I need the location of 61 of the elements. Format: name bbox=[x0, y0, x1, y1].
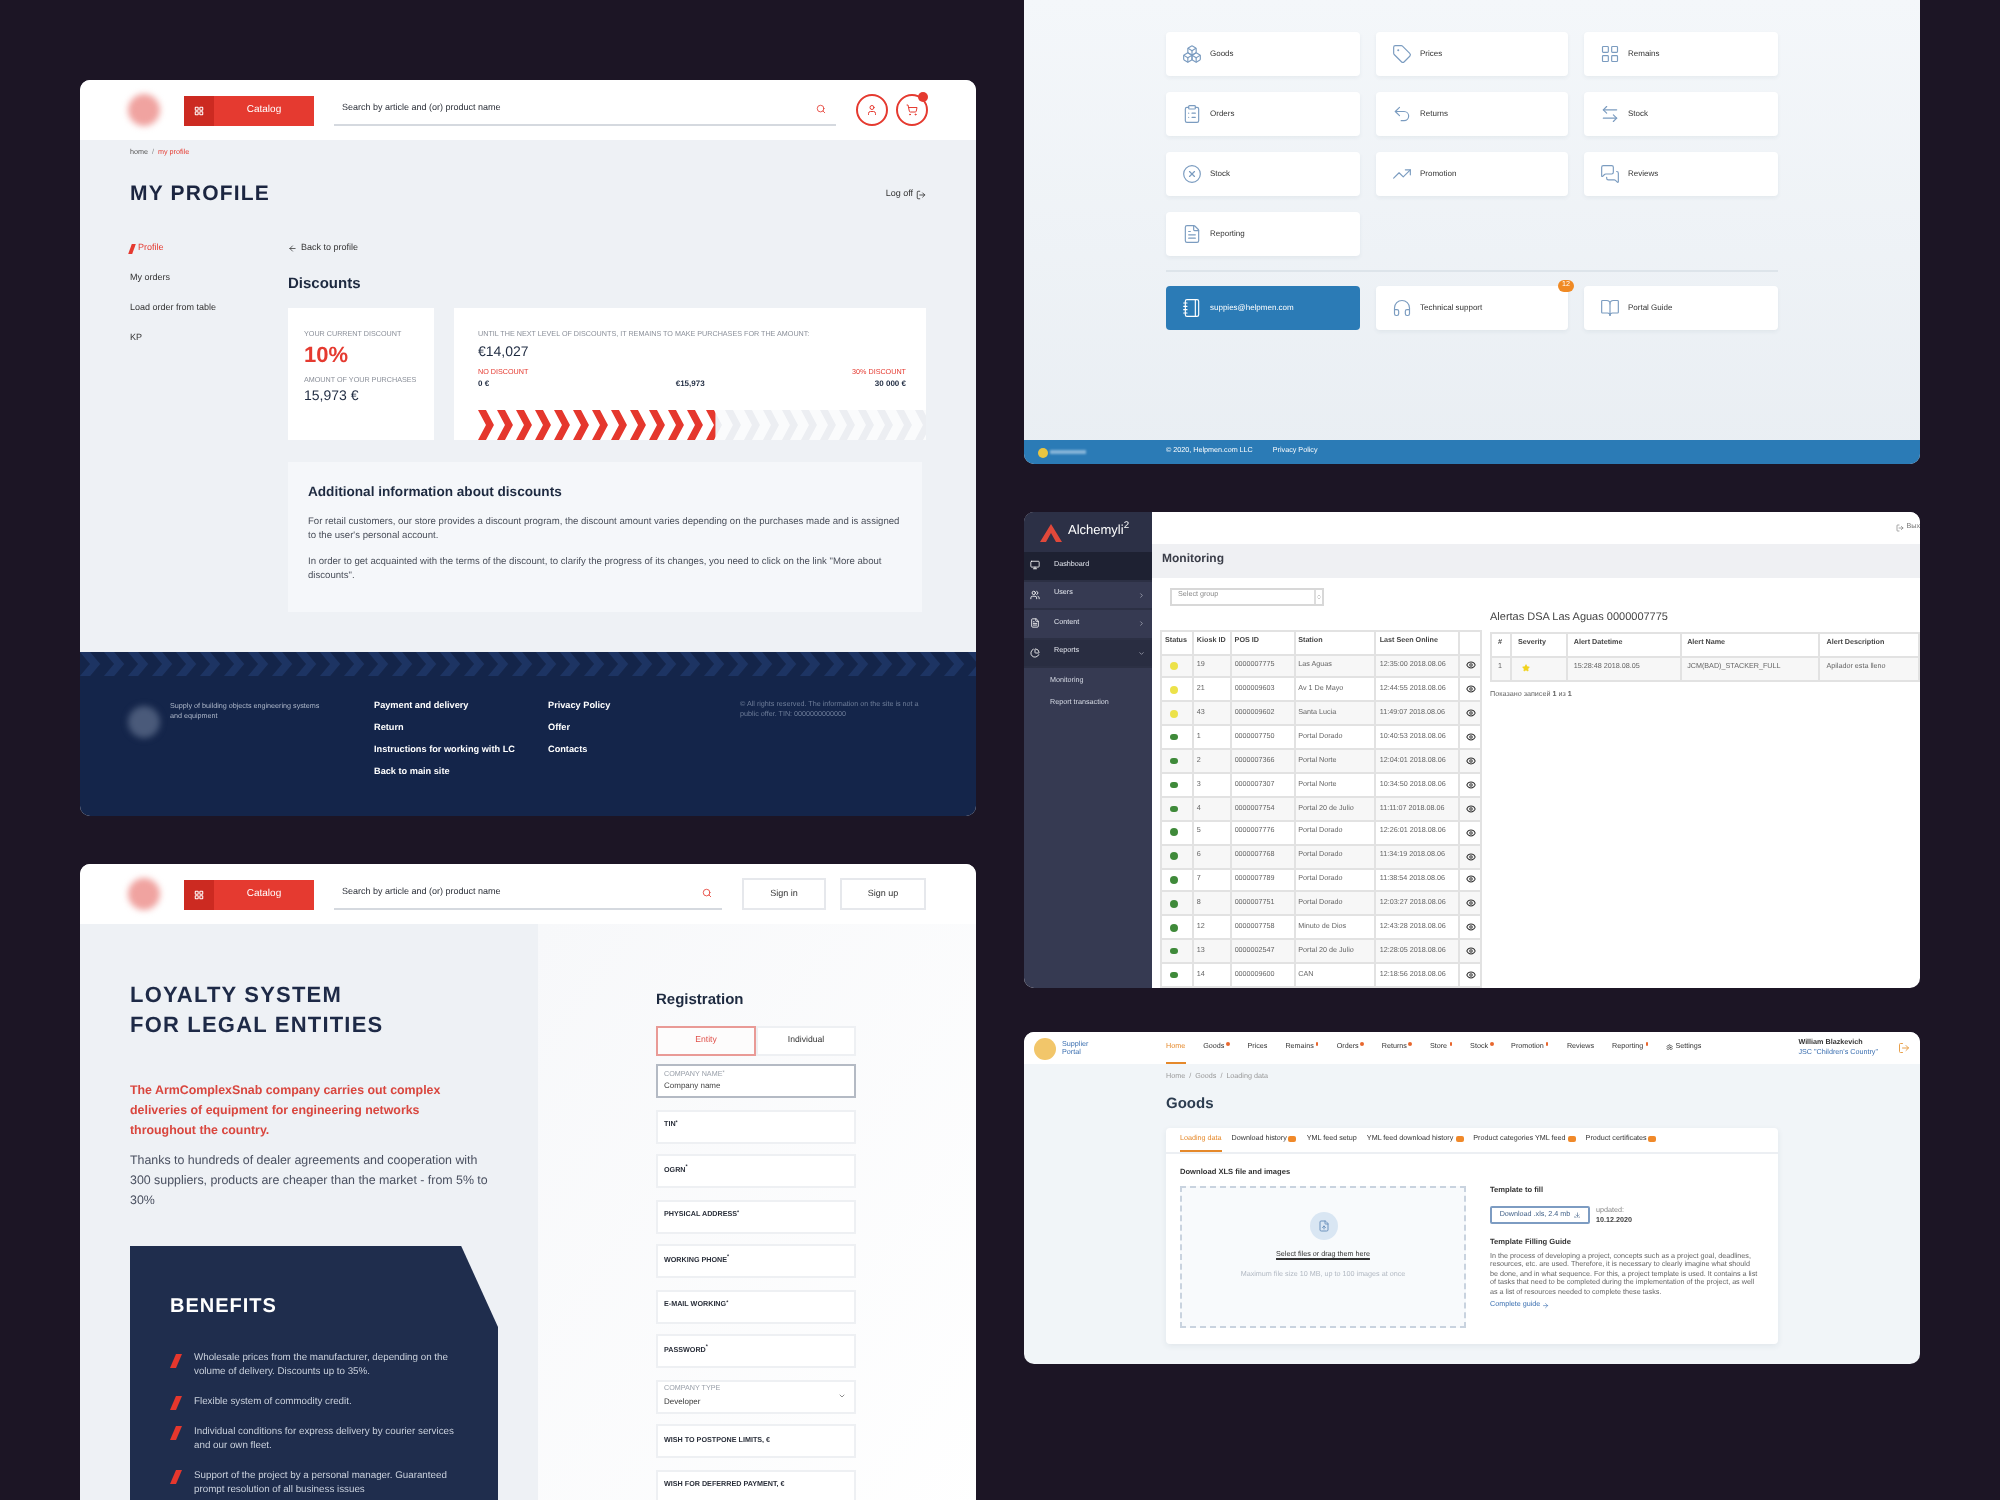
eye-icon[interactable] bbox=[1465, 732, 1476, 743]
settings-icon bbox=[1666, 1043, 1674, 1051]
boxes-icon bbox=[1182, 44, 1202, 64]
eye-icon[interactable] bbox=[1465, 851, 1476, 862]
exit-icon bbox=[1896, 523, 1905, 532]
eye-icon[interactable] bbox=[1465, 660, 1476, 671]
clipboard-icon bbox=[1182, 104, 1202, 124]
eye-icon[interactable] bbox=[1465, 970, 1476, 981]
cart-button[interactable] bbox=[896, 94, 928, 126]
document-icon bbox=[1182, 224, 1202, 244]
slash-icon bbox=[170, 1353, 182, 1367]
page-title: LOYALTY SYSTEM FOR LEGAL ENTITIES bbox=[130, 982, 386, 1042]
grid-icon bbox=[184, 879, 214, 909]
notification-badge-icon bbox=[1455, 1135, 1464, 1143]
eye-icon[interactable] bbox=[1465, 803, 1476, 814]
up-down-icon bbox=[1314, 589, 1322, 604]
tag-icon bbox=[1392, 44, 1412, 64]
arrow-right-icon bbox=[1542, 1302, 1550, 1310]
eye-icon[interactable] bbox=[1465, 874, 1476, 885]
arrow-left-icon bbox=[288, 243, 297, 253]
users-icon bbox=[1030, 589, 1040, 600]
notification-badge-icon bbox=[1288, 1135, 1297, 1143]
cart-icon bbox=[906, 104, 918, 116]
document-icon bbox=[1030, 618, 1040, 629]
chevron-down-icon bbox=[1137, 649, 1144, 656]
grid-icon bbox=[184, 95, 214, 125]
eye-icon[interactable] bbox=[1465, 827, 1476, 838]
arrows-icon bbox=[1600, 104, 1620, 124]
pie-chart-icon bbox=[1030, 647, 1040, 658]
eye-icon[interactable] bbox=[1465, 946, 1476, 957]
return-arrow-icon bbox=[1392, 104, 1412, 124]
user-icon bbox=[866, 104, 878, 116]
headset-icon bbox=[1392, 298, 1412, 318]
account-button[interactable] bbox=[856, 94, 888, 126]
logo-icon[interactable] bbox=[1038, 447, 1086, 457]
mountain-logo-icon bbox=[1040, 523, 1062, 541]
eye-icon[interactable] bbox=[1465, 779, 1476, 790]
download-icon bbox=[1573, 1211, 1581, 1219]
chat-icon bbox=[1600, 164, 1620, 184]
eye-icon[interactable] bbox=[1465, 898, 1476, 909]
search-icon bbox=[816, 104, 826, 114]
eye-icon[interactable] bbox=[1465, 684, 1476, 695]
slash-icon bbox=[128, 243, 136, 253]
eye-icon[interactable] bbox=[1465, 922, 1476, 933]
monitor-icon bbox=[1030, 560, 1040, 571]
circle-x-icon bbox=[1182, 164, 1202, 184]
notification-badge-icon bbox=[1567, 1135, 1576, 1143]
benefits-title: BENEFITS bbox=[170, 1294, 279, 1322]
eye-icon[interactable] bbox=[1465, 756, 1476, 767]
trend-line-icon bbox=[1392, 164, 1412, 184]
notification-badge-icon bbox=[1648, 1135, 1657, 1143]
slash-icon bbox=[170, 1470, 182, 1485]
file-upload-icon bbox=[1309, 1212, 1337, 1240]
discount-value: 10% bbox=[304, 343, 351, 367]
page-title: MY PROFILE bbox=[130, 183, 270, 205]
log-out-icon bbox=[916, 189, 926, 199]
search-icon bbox=[702, 888, 712, 898]
eye-icon[interactable] bbox=[1465, 708, 1476, 719]
grid-icon bbox=[1600, 44, 1620, 64]
notebook-icon bbox=[1182, 298, 1202, 318]
book-icon bbox=[1600, 298, 1620, 318]
